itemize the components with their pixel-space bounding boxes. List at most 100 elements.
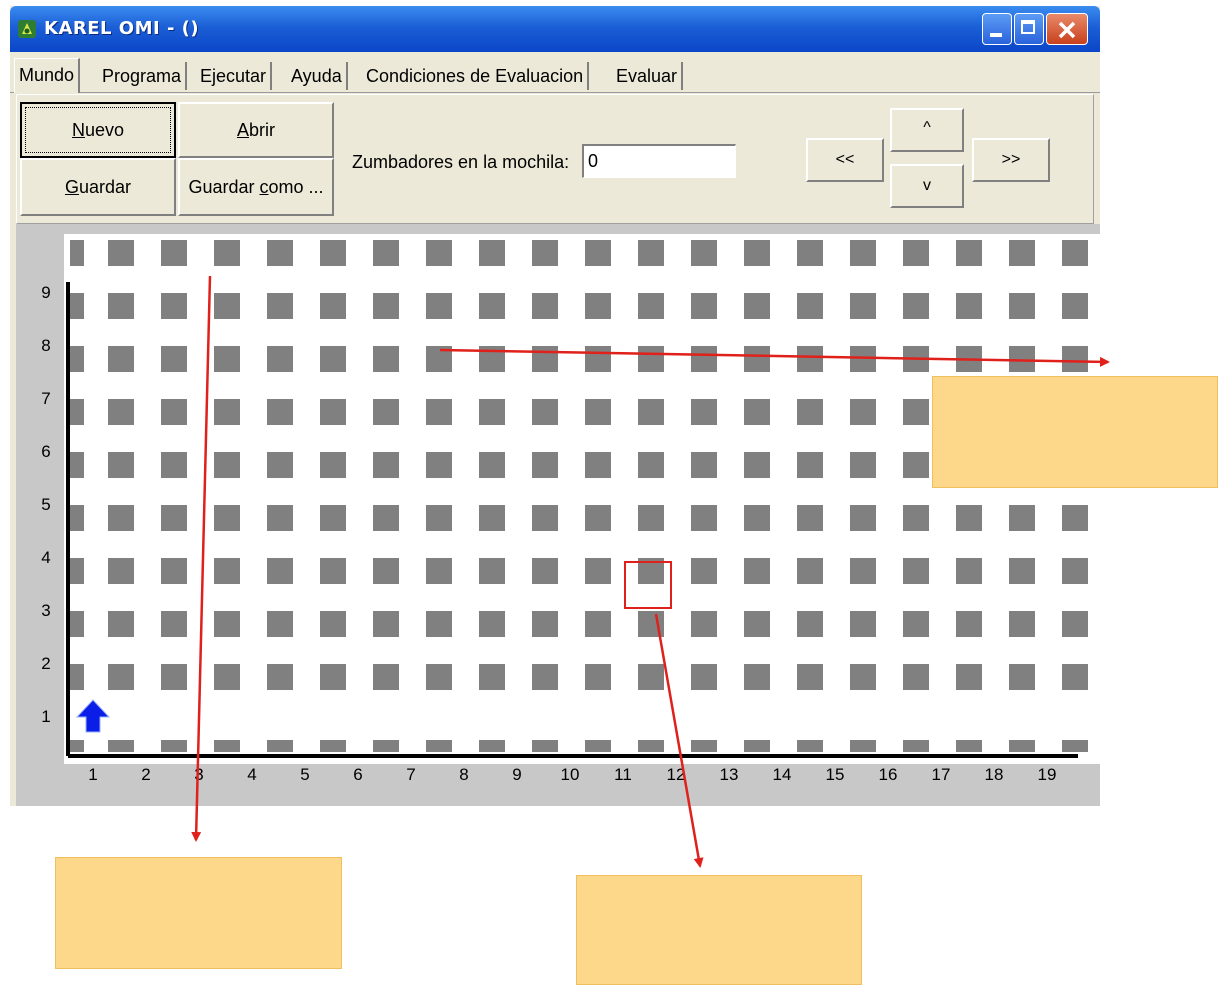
wall-block — [532, 505, 558, 531]
wall-block — [373, 664, 399, 690]
tab-condiciones-de-evaluacion[interactable]: Condiciones de Evaluacion — [362, 62, 590, 90]
wall-block — [267, 452, 293, 478]
wall-block — [1009, 346, 1035, 372]
wall-block — [797, 240, 823, 266]
wall-block — [70, 452, 84, 478]
wall-block — [320, 611, 346, 637]
mochila-label: Zumbadores en la mochila: — [352, 152, 570, 172]
wall-block — [70, 611, 84, 637]
wall-block — [108, 505, 134, 531]
wall-block — [214, 293, 240, 319]
title-bar[interactable]: KAREL OMI - () — [10, 6, 1100, 52]
tab-programa[interactable]: Programa — [98, 62, 188, 90]
wall-block — [267, 611, 293, 637]
previous-button[interactable]: << — [806, 138, 884, 182]
wall-block — [850, 558, 876, 584]
wall-block — [426, 346, 452, 372]
wall-block — [108, 293, 134, 319]
wall-block — [267, 505, 293, 531]
wall-block — [532, 399, 558, 425]
minimize-button[interactable] — [982, 13, 1012, 45]
wall-block — [691, 740, 717, 752]
wall-block — [214, 399, 240, 425]
wall-block — [691, 452, 717, 478]
wall-block — [373, 293, 399, 319]
avenue-label: 18 — [985, 765, 1004, 784]
world-viewport[interactable]: 1 2 3 4 5 6 7 8 9 10 11 12 13 14 15 16 17 18 19 987654321 — [16, 224, 1100, 806]
wall-block — [585, 452, 611, 478]
wall-block — [1009, 558, 1035, 584]
wall-block — [108, 558, 134, 584]
wall-block — [1062, 346, 1088, 372]
wall-block — [585, 740, 611, 752]
wall-block — [373, 611, 399, 637]
maximize-button[interactable] — [1014, 13, 1044, 45]
avenue-label: 13 — [720, 765, 739, 784]
wall-block — [108, 611, 134, 637]
avenue-label: 19 — [1038, 765, 1057, 784]
down-button[interactable]: v — [890, 164, 964, 208]
wall-block — [161, 240, 187, 266]
wall-block — [108, 664, 134, 690]
avenue-label: 5 — [300, 765, 309, 784]
tab-evaluar[interactable]: Evaluar — [612, 62, 684, 90]
wall-block — [70, 293, 84, 319]
wall-block — [744, 740, 770, 752]
tab-mundo[interactable]: Mundo — [14, 58, 81, 93]
wall-block — [426, 240, 452, 266]
wall-block — [532, 452, 558, 478]
karel-app-icon — [18, 20, 36, 38]
wall-block — [744, 293, 770, 319]
abrir-button[interactable]: Abrir — [178, 102, 334, 158]
wall-block — [797, 346, 823, 372]
wall-block — [426, 664, 452, 690]
wall-block — [903, 558, 929, 584]
wall-block — [479, 558, 505, 584]
wall-block — [691, 505, 717, 531]
wall-block — [797, 399, 823, 425]
wall-block — [585, 611, 611, 637]
wall-block — [903, 399, 929, 425]
next-button[interactable]: >> — [972, 138, 1050, 182]
wall-block — [161, 346, 187, 372]
guardar-button[interactable]: Guardar — [20, 158, 176, 216]
wall-block — [108, 399, 134, 425]
wall-block — [850, 740, 876, 752]
wall-block — [214, 346, 240, 372]
wall-block — [903, 452, 929, 478]
wall-block — [214, 240, 240, 266]
wall-block — [320, 346, 346, 372]
up-button[interactable]: ^ — [890, 108, 964, 152]
wall-block — [691, 399, 717, 425]
wall-block — [426, 505, 452, 531]
avenue-label: 12 — [667, 765, 686, 784]
wall-block — [532, 346, 558, 372]
wall-block — [585, 293, 611, 319]
wall-block — [638, 240, 664, 266]
wall-block — [638, 346, 664, 372]
wall-block — [320, 558, 346, 584]
wall-block — [108, 240, 134, 266]
street-label: 4 — [41, 548, 50, 567]
wall-block — [70, 664, 84, 690]
wall-block — [850, 505, 876, 531]
minimize-icon — [990, 33, 1002, 37]
wall-block — [691, 240, 717, 266]
guardar-como-button[interactable]: Guardar como ... — [178, 158, 334, 216]
tab-ejecutar[interactable]: Ejecutar — [196, 62, 273, 90]
wall-block — [426, 399, 452, 425]
close-button[interactable] — [1046, 13, 1088, 45]
mochila-input[interactable] — [582, 144, 736, 178]
wall-block — [320, 293, 346, 319]
wall-block — [850, 346, 876, 372]
wall-block — [214, 452, 240, 478]
wall-block — [903, 293, 929, 319]
world-grid[interactable]: 1 2 3 4 5 6 7 8 9 10 11 12 13 14 15 16 17 18 19 987654321 — [16, 224, 1100, 806]
wall-block — [426, 558, 452, 584]
wall-block — [956, 346, 982, 372]
wall-block — [426, 611, 452, 637]
tab-ayuda[interactable]: Ayuda — [287, 62, 348, 90]
wall-block — [479, 399, 505, 425]
tab-strip: Mundo Programa Ejecutar Ayuda Condicione… — [10, 56, 1100, 93]
nuevo-button[interactable]: Nuevo — [20, 102, 176, 158]
